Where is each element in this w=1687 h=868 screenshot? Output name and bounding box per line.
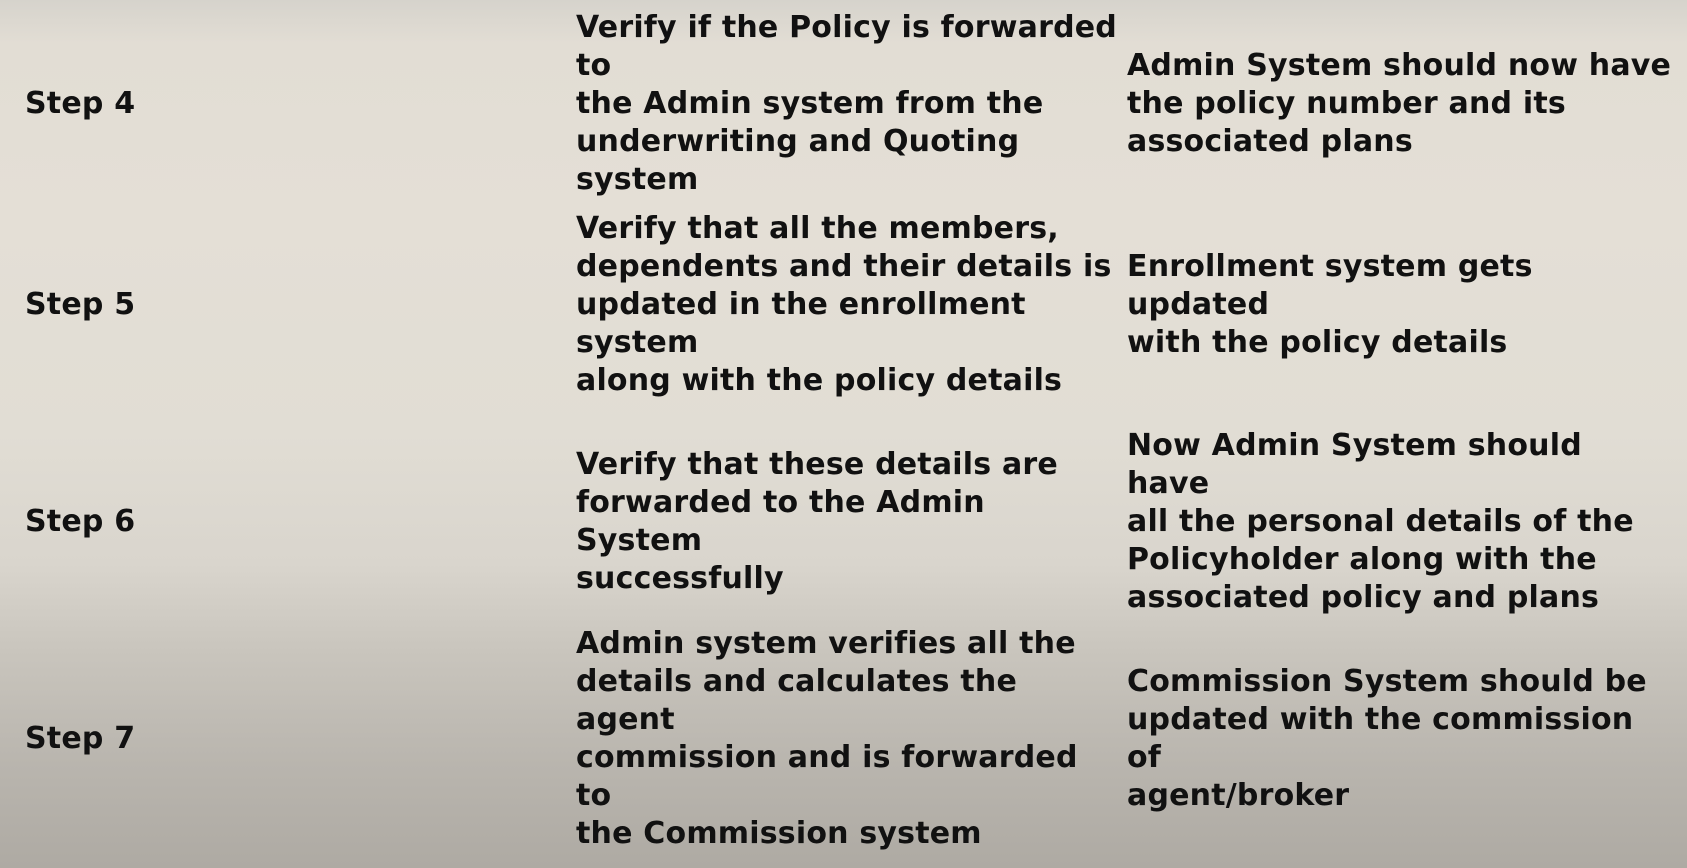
step-label: Step 6 — [25, 504, 136, 539]
table-row-step-4: Step 4 Verify if the Policy is forwarded… — [0, 0, 1687, 212]
slide: Step 4 Verify if the Policy is forwarded… — [0, 0, 1687, 868]
table-row-step-6: Step 6 Verify that these details are for… — [0, 414, 1687, 630]
table-row-step-5: Step 5 Verify that all the members, depe… — [0, 197, 1687, 413]
action-description: Verify that all the members, dependents … — [576, 211, 1112, 398]
expected-result: Commission System should be updated with… — [1127, 664, 1647, 813]
action-description: Admin system verifies all the details an… — [576, 626, 1078, 851]
action-description: Verify if the Policy is forwarded to the… — [576, 10, 1117, 197]
expected-result: Now Admin System should have all the per… — [1127, 428, 1634, 615]
table-row-step-7: Step 7 Admin system verifies all the det… — [0, 626, 1687, 851]
expected-result: Admin System should now have the policy … — [1127, 48, 1672, 159]
action-description: Verify that these details are forwarded … — [576, 447, 1058, 596]
step-label: Step 5 — [25, 287, 136, 322]
step-label: Step 4 — [25, 86, 136, 121]
expected-result: Enrollment system gets updated with the … — [1127, 249, 1533, 360]
step-label: Step 7 — [25, 721, 136, 756]
